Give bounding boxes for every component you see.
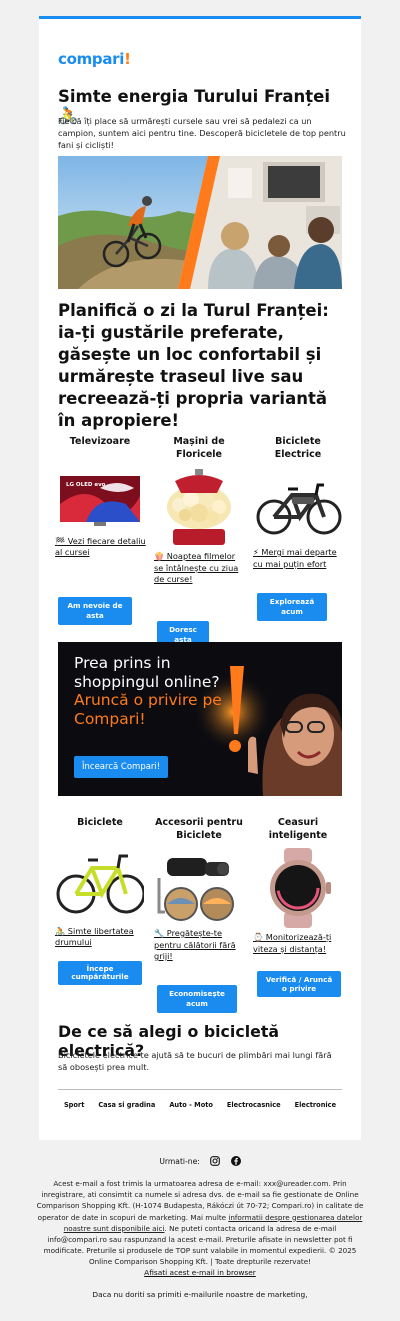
- ebike-cta-button[interactable]: Explorează acum: [257, 593, 327, 621]
- product-title: Biciclete Electrice: [274, 436, 322, 460]
- category-link-sport[interactable]: Sport: [64, 1101, 84, 1109]
- email-card: compari! Simte energia Turului Franței 🚴…: [39, 16, 361, 1140]
- smartwatch-image[interactable]: [254, 848, 342, 928]
- accessories-illustration: [157, 858, 234, 921]
- smartwatch-illustration: [270, 848, 331, 928]
- category-link-auto-moto[interactable]: Auto - Moto: [169, 1101, 213, 1109]
- product-card-popcorn[interactable]: Mașini de Floricele 🍿 Noaptea filmelor s…: [152, 436, 246, 586]
- product-title: Mașini de Floricele: [173, 436, 225, 460]
- bikes-cta-button[interactable]: Începe cumpărăturile: [58, 961, 142, 985]
- view-in-browser-link[interactable]: Afisati acest e-mail in browser: [0, 1268, 400, 1277]
- category-links: Sport Casa si gradina Auto - Moto Electr…: [58, 1101, 342, 1109]
- unsubscribe-text: Daca nu doriti sa primiti e-mailurile no…: [92, 1290, 308, 1299]
- popcorn-illustration: [167, 469, 231, 545]
- category-link-electronics[interactable]: Electronice: [295, 1101, 336, 1109]
- intro-text: Fie că îți place să urmărești cursele sa…: [58, 116, 346, 150]
- product-card-ebike[interactable]: Biciclete Electrice ⚡ Mergi mai departe …: [251, 436, 345, 570]
- compari-logo[interactable]: compari!: [58, 50, 131, 68]
- tv-image[interactable]: LG OLED evo: [56, 474, 144, 538]
- plan-heading: Planifică o zi la Turul Franței: ia-ți g…: [58, 301, 329, 430]
- ebike-illustration: [256, 483, 342, 535]
- why-text: Bicicletele electrice te ajută să te buc…: [58, 1050, 332, 1072]
- product-desc-link[interactable]: 🏁 Vezi fiecare detaliu al cursei: [53, 536, 147, 559]
- accessories-cta-button[interactable]: Economisește acum: [157, 985, 237, 1013]
- ebike-image[interactable]: [254, 475, 342, 539]
- smartwatch-cta-button[interactable]: Verifică / Aruncă o privire: [257, 971, 341, 997]
- product-desc-link[interactable]: 🔧 Pregătește-te pentru călătorii fără gr…: [152, 928, 246, 963]
- product-card-tv[interactable]: Televizoare LG OLED evo 🏁 Vezi fiecare d…: [53, 436, 147, 559]
- footer-legal-text: Acest e-mail a fost trimis la urmatoarea…: [36, 1178, 364, 1268]
- category-link-appliances[interactable]: Electrocasnice: [227, 1101, 281, 1109]
- divider: [58, 1089, 342, 1090]
- promo-cta-button[interactable]: Încearcă Compari!: [74, 756, 169, 778]
- promo-line2: Aruncă o privire pe Compari!: [74, 691, 222, 728]
- facebook-icon[interactable]: [230, 1156, 241, 1168]
- category-link-home-garden[interactable]: Casa si gradina: [98, 1101, 155, 1109]
- popcorn-machine-image[interactable]: [155, 467, 243, 549]
- product-title: Ceasuri inteligente: [268, 817, 328, 841]
- hero-illustration: [58, 156, 342, 289]
- logo-text: compari: [58, 50, 125, 68]
- product-title: Accesorii pentru Biciclete: [155, 817, 243, 841]
- social-follow: Urmati-ne:: [0, 1156, 400, 1168]
- logo-bang: !: [124, 50, 131, 68]
- product-title: Televizoare: [69, 436, 131, 447]
- product-desc-link[interactable]: 🍿 Noaptea filmelor se întâlnește cu ziua…: [152, 551, 246, 586]
- promo-headline: Prea prins in shoppingul online? Aruncă …: [74, 654, 244, 728]
- product-desc-link[interactable]: ⌚ Monitorizează-ți viteza și distanța!: [251, 932, 345, 955]
- promo-banner[interactable]: Prea prins in shoppingul online? Aruncă …: [58, 642, 342, 796]
- promo-line1: Prea prins in shoppingul online?: [74, 654, 220, 691]
- product-card-smartwatches[interactable]: Ceasuri inteligente ⌚ Monitorizează-ți v…: [251, 817, 345, 955]
- product-desc-link[interactable]: ⚡ Mergi mai departe cu mai puțin efort: [251, 547, 345, 570]
- product-title: Biciclete: [77, 817, 123, 828]
- follow-label: Urmati-ne:: [159, 1157, 200, 1166]
- bike-illustration: [56, 854, 146, 913]
- hero-image[interactable]: [58, 156, 342, 289]
- product-card-bikes[interactable]: Biciclete 🚴 Simte libertatea drumului: [53, 817, 147, 949]
- tv-cta-button[interactable]: Am nevoie de asta: [58, 597, 132, 625]
- product-desc-link[interactable]: 🚴 Simte libertatea drumului: [53, 926, 147, 949]
- product-card-accessories[interactable]: Accesorii pentru Biciclete 🔧 Pregătește-…: [152, 817, 246, 963]
- bike-image[interactable]: [56, 842, 146, 922]
- instagram-icon[interactable]: [210, 1156, 221, 1168]
- tv-brand-label: LG OLED evo: [66, 482, 106, 488]
- tv-illustration: LG OLED evo: [60, 475, 140, 526]
- accessories-image[interactable]: [155, 848, 243, 926]
